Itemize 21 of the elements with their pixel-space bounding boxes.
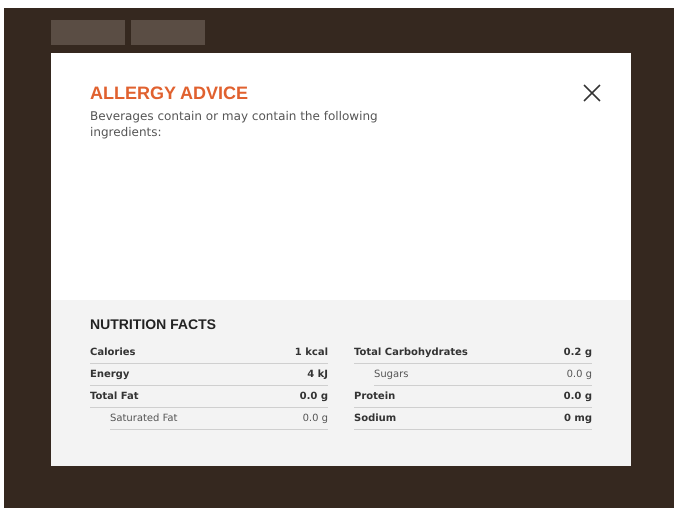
nutrient-amount: 0.0 g (302, 413, 328, 424)
nutrient-name: Sugars (374, 369, 408, 380)
close-icon (581, 82, 603, 104)
nutrient-amount: 0 mg (564, 413, 592, 424)
nutrient-name: Protein (354, 391, 396, 402)
nutrient-amount: 0.2 g (564, 347, 592, 358)
nutrient-amount: 0.0 g (564, 391, 592, 402)
allergy-description: Beverages contain or may contain the following ingredients: (90, 108, 379, 140)
nutrient-amount: 0.0 g (566, 369, 592, 380)
dialog-title: ALLERGY ADVICE (90, 83, 250, 104)
nutrient-name: Sodium (354, 413, 396, 424)
nutrient-amount: 0.0 g (300, 391, 328, 402)
nutrient-amount: 1 kcal (294, 347, 328, 358)
nutrition-title: NUTRITION FACTS (90, 316, 217, 332)
nutrient-amount: 4 kJ (307, 369, 328, 380)
nutrient-name: Total Fat (90, 391, 139, 402)
nutrient-name: Energy (90, 369, 130, 380)
nutrient-name: Saturated Fat (110, 413, 178, 424)
nutrient-name: Total Carbohydrates (354, 347, 468, 358)
close-button[interactable] (581, 82, 603, 104)
nutrient-name: Calories (90, 347, 136, 358)
